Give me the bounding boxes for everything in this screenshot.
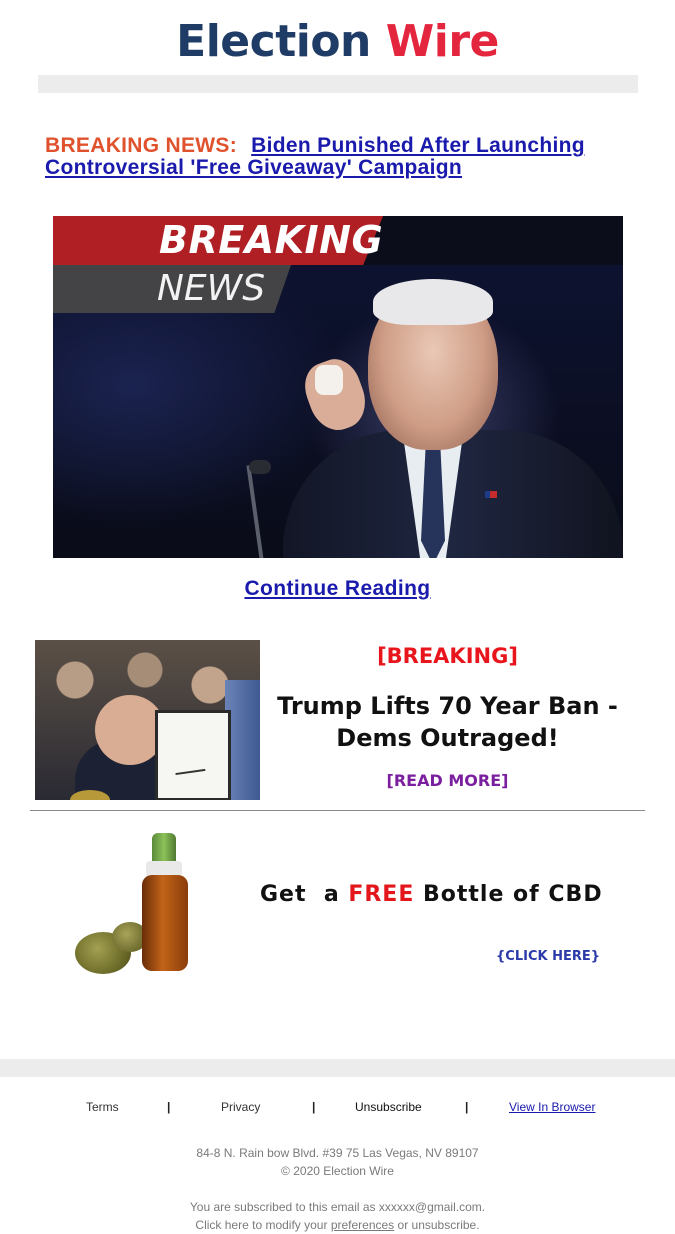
photo-mic-stand bbox=[246, 465, 264, 558]
breaking-banner-text: BREAKING bbox=[159, 218, 384, 262]
footer-divider-bar bbox=[0, 1059, 675, 1077]
promo-title[interactable]: Trump Lifts 70 Year Ban - Dems Outraged! bbox=[260, 690, 635, 754]
promo-read-more-link[interactable]: [READ MORE] bbox=[260, 771, 635, 790]
footer-terms-link[interactable]: Terms bbox=[86, 1100, 119, 1114]
hero-image[interactable]: BREAKING NEWS bbox=[53, 216, 623, 558]
footer-separator: | bbox=[167, 1100, 171, 1114]
footer-address: 84-8 N. Rain bow Blvd. #39 75 Las Vegas,… bbox=[196, 1146, 479, 1160]
promo-image[interactable] bbox=[35, 640, 260, 800]
logo-text-wire: Wire bbox=[385, 16, 500, 67]
cbd-headline-free: FREE bbox=[348, 882, 415, 907]
photo-mic bbox=[249, 460, 271, 474]
footer-modify-notice: Click here to modify your preferences or… bbox=[0, 1216, 675, 1234]
continue-reading: Continue Reading bbox=[0, 577, 675, 601]
cbd-bottle-icon bbox=[142, 875, 188, 971]
footer-modify-pre: Click here to modify your bbox=[195, 1218, 331, 1232]
promo-breaking-tag: [BREAKING] bbox=[377, 644, 518, 668]
continue-reading-link[interactable]: Continue Reading bbox=[244, 577, 430, 600]
footer-view-in-browser-link[interactable]: View In Browser bbox=[509, 1100, 595, 1114]
footer-separator: | bbox=[465, 1100, 469, 1114]
footer-copyright: © 2020 Election Wire bbox=[281, 1164, 394, 1178]
cbd-ad-banner[interactable]: Get a FREE Bottle of CBD {CLICK HERE} bbox=[60, 827, 620, 987]
section-divider bbox=[30, 810, 645, 811]
cbd-headline-pre: Get a bbox=[260, 882, 349, 907]
footer-separator: | bbox=[312, 1100, 316, 1114]
footer-preferences-link[interactable]: preferences bbox=[331, 1218, 394, 1232]
bottle-dropper-icon bbox=[152, 833, 176, 863]
cbd-headline-post: Bottle of CBD bbox=[414, 882, 603, 907]
photo-tissue bbox=[315, 365, 343, 395]
footer-unsubscribe-link[interactable]: Unsubscribe bbox=[355, 1100, 422, 1114]
election-wire-logo[interactable]: Election Wire bbox=[0, 10, 675, 74]
footer-subscribed-notice: You are subscribed to this email as xxxx… bbox=[189, 1200, 486, 1214]
footer-privacy-link[interactable]: Privacy bbox=[221, 1100, 260, 1114]
promo-photo-document bbox=[155, 710, 231, 800]
breaking-headline: BREAKING NEWS: Biden Punished After Laun… bbox=[45, 135, 645, 179]
news-banner-text: NEWS bbox=[157, 268, 266, 309]
photo-hair bbox=[373, 279, 493, 325]
cbd-click-here-link[interactable]: {CLICK HERE} bbox=[440, 949, 600, 964]
breaking-news-tag: BREAKING NEWS: bbox=[45, 134, 238, 157]
header-divider-bar bbox=[38, 75, 638, 93]
cbd-headline: Get a FREE Bottle of CBD bbox=[260, 882, 605, 907]
logo-text-election: Election bbox=[176, 16, 386, 67]
footer-links: Terms | Privacy | Unsubscribe | View In … bbox=[0, 1100, 675, 1118]
footer-modify-post: or unsubscribe. bbox=[394, 1218, 480, 1232]
flag-pin-icon bbox=[485, 491, 497, 498]
